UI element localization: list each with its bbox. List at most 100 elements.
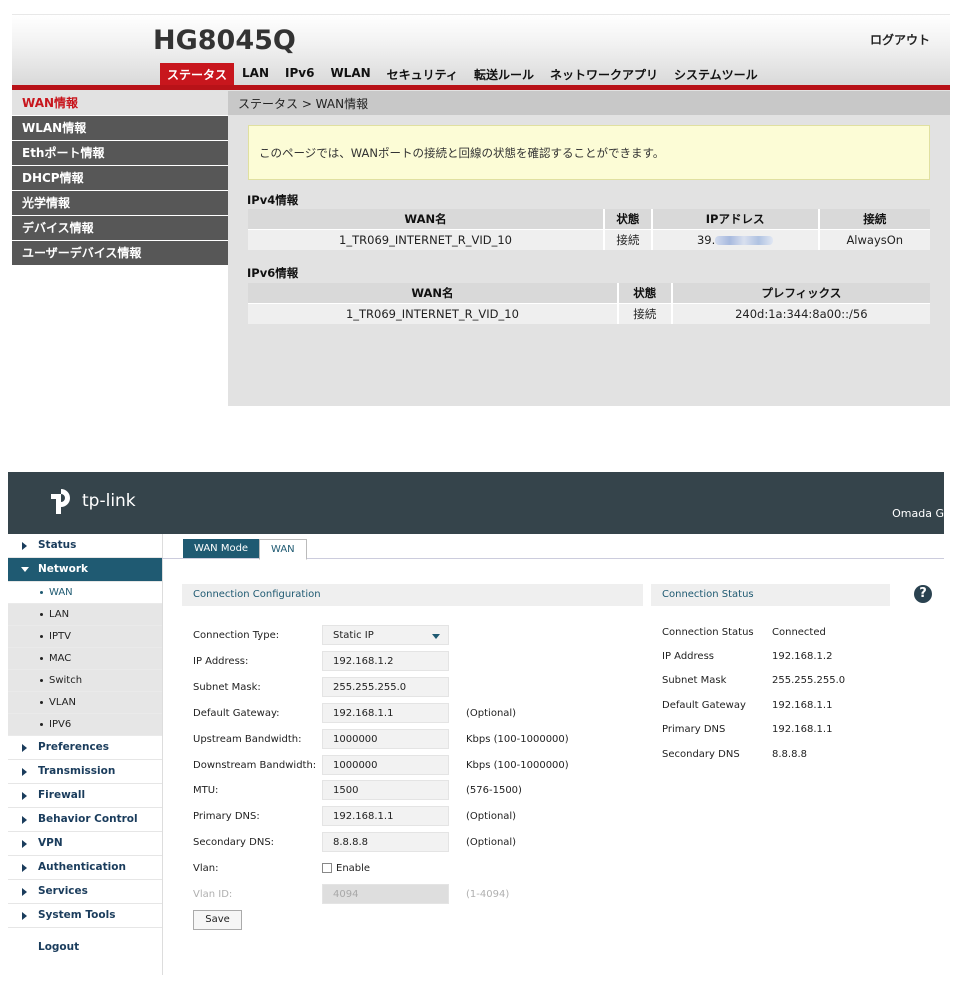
tab-forwarding-rules[interactable]: 転送ルール	[466, 63, 542, 85]
tab-network-apps[interactable]: ネットワークアプリ	[542, 63, 666, 85]
logout-link[interactable]: Logout	[38, 941, 79, 953]
col-prefix: プレフィックス	[671, 283, 930, 304]
hg8045q-router-page: HG8045Q ログアウト ステータス LAN IPv6 WLAN セキュリティ…	[12, 14, 950, 406]
vlan-id-input[interactable]: 4094	[322, 884, 449, 904]
tab-wlan[interactable]: WLAN	[322, 63, 378, 85]
menu-item-system-tools[interactable]: System Tools	[8, 904, 162, 928]
sidebar-item-optical-info[interactable]: 光学情報	[12, 191, 228, 215]
default-gateway-input[interactable]: 192.168.1.1	[322, 703, 449, 723]
menu-item-vpn[interactable]: VPN	[8, 832, 162, 856]
status-value: Connected	[772, 627, 826, 638]
submenu-item-switch[interactable]: Switch	[8, 670, 162, 692]
tab-system-tools[interactable]: システムツール	[666, 63, 766, 85]
redacted-ip-blur	[715, 236, 774, 245]
sidebar-item-wan-info[interactable]: WAN情報	[12, 91, 228, 115]
tab-status[interactable]: ステータス	[160, 63, 235, 85]
menu-label: Authentication	[38, 861, 126, 873]
menu-item-services[interactable]: Services	[8, 880, 162, 904]
tab-wan[interactable]: WAN	[259, 539, 307, 560]
connection-config-header: Connection Configuration	[182, 584, 643, 606]
menu-item-transmission[interactable]: Transmission	[8, 760, 162, 784]
status-key: Connection Status	[662, 627, 754, 638]
menu-label: Status	[38, 539, 77, 551]
tab-wan-mode[interactable]: WAN Mode	[183, 539, 260, 558]
menu-label: Services	[38, 885, 88, 897]
bullet-icon	[40, 678, 43, 682]
menu-label: Behavior Control	[38, 813, 138, 825]
field-hint: (1-4094)	[466, 889, 510, 900]
connection-type-select[interactable]: Static IP	[322, 625, 449, 645]
cell-wan-name: 1_TR069_INTERNET_R_VID_10	[248, 229, 606, 250]
ip-visible-prefix: 39.	[696, 233, 716, 247]
vlan-enable-checkbox[interactable]	[322, 863, 332, 873]
tab-ipv6[interactable]: IPv6	[277, 63, 322, 85]
tplink-logo-icon	[51, 489, 71, 514]
save-button[interactable]: Save	[193, 910, 242, 930]
tab-lan[interactable]: LAN	[234, 63, 277, 85]
col-status: 状態	[604, 209, 653, 230]
status-value: 8.8.8.8	[772, 749, 807, 760]
subnet-mask-input[interactable]: 255.255.255.0	[322, 677, 449, 697]
field-label: Vlan:	[193, 863, 219, 874]
status-key: IP Address	[662, 651, 714, 662]
ipv6-section-title: IPv6情報	[247, 266, 299, 280]
ip-address-input[interactable]: 192.168.1.2	[322, 651, 449, 671]
submenu-label: WAN	[49, 587, 73, 598]
logout-link[interactable]: ログアウト	[870, 31, 930, 48]
sidebar-item-user-device-info[interactable]: ユーザーデバイス情報	[12, 241, 228, 265]
field-hint: (576-1500)	[466, 785, 522, 796]
cell-status: 接続	[604, 229, 653, 250]
help-icon[interactable]: ?	[914, 585, 932, 603]
tab-security[interactable]: セキュリティ	[379, 63, 466, 85]
caret-right-icon	[22, 840, 27, 848]
sidebar-item-wlan-info[interactable]: WLAN情報	[12, 116, 228, 140]
connection-status-header: Connection Status	[651, 584, 890, 606]
mtu-input[interactable]: 1500	[322, 780, 449, 800]
table-header-row: WAN名 状態 IPアドレス 接続	[248, 209, 930, 230]
submenu-item-ipv6[interactable]: IPV6	[8, 714, 162, 736]
caret-right-icon	[22, 816, 27, 824]
menu-item-status[interactable]: Status	[8, 534, 162, 558]
sidebar-item-dhcp-info[interactable]: DHCP情報	[12, 166, 228, 190]
submenu-label: IPTV	[49, 631, 71, 642]
menu-label: System Tools	[38, 909, 116, 921]
menu-item-behavior-control[interactable]: Behavior Control	[8, 808, 162, 832]
submenu-item-lan[interactable]: LAN	[8, 604, 162, 626]
sidebar-item-eth-port-info[interactable]: Ethポート情報	[12, 141, 228, 165]
downstream-bandwidth-input[interactable]: 1000000	[322, 755, 449, 775]
col-status: 状態	[617, 283, 673, 304]
info-box: このページでは、WANポートの接続と回線の状態を確認することができます。	[248, 125, 930, 180]
submenu-item-mac[interactable]: MAC	[8, 648, 162, 670]
sidebar-item-device-info[interactable]: デバイス情報	[12, 216, 228, 240]
field-label: Primary DNS:	[193, 811, 260, 822]
field-hint: Kbps (100-1000000)	[466, 760, 569, 771]
menu-item-firewall[interactable]: Firewall	[8, 784, 162, 808]
secondary-dns-input[interactable]: 8.8.8.8	[322, 832, 449, 852]
ipv6-table: WAN名 状態 プレフィックス 1_TR069_INTERNET_R_VID_1…	[248, 283, 930, 324]
field-hint: (Optional)	[466, 837, 517, 848]
cell-wan-name: 1_TR069_INTERNET_R_VID_10	[248, 303, 619, 324]
menu-item-authentication[interactable]: Authentication	[8, 856, 162, 880]
menu-label: VPN	[38, 837, 63, 849]
submenu-label: VLAN	[49, 697, 76, 708]
cell-prefix: 240d:1a:344:8a00::/56	[671, 303, 930, 324]
field-label: Secondary DNS:	[193, 837, 275, 848]
caret-right-icon	[22, 792, 27, 800]
col-connection: 接続	[818, 209, 930, 230]
submenu-item-iptv[interactable]: IPTV	[8, 626, 162, 648]
submenu-label: MAC	[49, 653, 72, 664]
upstream-bandwidth-input[interactable]: 1000000	[322, 729, 449, 749]
field-label: MTU:	[193, 785, 219, 796]
ipv4-section-title: IPv4情報	[247, 193, 299, 207]
submenu-item-vlan[interactable]: VLAN	[8, 692, 162, 714]
submenu-item-wan[interactable]: WAN	[8, 582, 162, 604]
status-value: 192.168.1.1	[772, 724, 833, 735]
field-label: Default Gateway:	[193, 708, 280, 719]
primary-dns-input[interactable]: 192.168.1.1	[322, 806, 449, 826]
menu-item-preferences[interactable]: Preferences	[8, 736, 162, 760]
checkbox-label: Enable	[336, 863, 371, 874]
menu-item-network[interactable]: Network	[8, 558, 162, 582]
header-divider	[12, 85, 950, 90]
field-label: Downstream Bandwidth:	[193, 760, 317, 771]
caret-right-icon	[22, 542, 27, 550]
